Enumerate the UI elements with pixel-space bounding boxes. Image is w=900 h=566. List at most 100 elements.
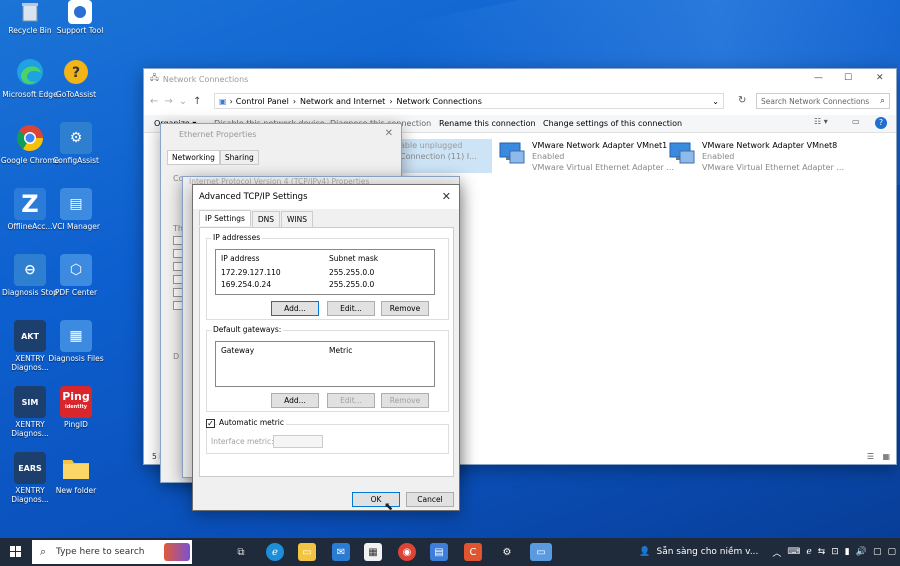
up-icon[interactable]: ↑ [193,96,201,107]
add-gateway-button[interactable]: Add... [271,393,319,408]
edge-tray-icon[interactable]: ℯ [806,547,811,557]
offline-z-icon: Z [14,188,46,220]
svg-text:?: ? [72,65,80,81]
desktop-icon-vci-manager[interactable]: ▤ VCI Manager [46,188,106,231]
desktop-icon-new-folder[interactable]: New folder [46,452,106,495]
recent-icon[interactable]: ⌄ [179,96,187,107]
battery-icon[interactable]: ▮ [845,547,850,557]
desktop-icon-diagnosis-files[interactable]: ▦ Diagnosis Files [46,320,106,363]
edge-taskbar-icon[interactable]: ℯ [266,543,284,561]
interface-metric-input[interactable] [273,435,323,448]
adapter-desc: Connection (11) I... [400,152,477,161]
close-icon[interactable]: ✕ [385,128,393,139]
cancel-button[interactable]: Cancel [406,492,454,507]
desktop-icon-pdf-center[interactable]: ⬡ PDF Center [46,254,106,297]
breadcrumb-network-internet[interactable]: Network and Internet [300,97,385,106]
tab-dns[interactable]: DNS [251,211,281,227]
column-header-metric[interactable]: Metric [329,346,352,355]
remove-ip-button[interactable]: Remove [381,301,429,316]
store-icon[interactable]: ▦ [364,543,382,561]
advanced-tcpip-dialog[interactable]: Advanced TCP/IP Settings ✕ IP Settings D… [192,184,460,511]
search-icon[interactable]: ⌕ [880,96,885,106]
xentry-sim-icon: SIM [14,386,46,418]
column-header-mask[interactable]: Subnet mask [329,254,378,263]
column-header-gateway[interactable]: Gateway [221,346,254,355]
preview-pane-icon[interactable]: ▭ [852,117,860,126]
gotoassist-icon: ? [60,56,92,88]
adapter-desc: VMware Virtual Ethernet Adapter ... [532,163,674,172]
notification-text[interactable]: Sẵn sàng cho niềm v... [656,547,758,557]
task-view-icon[interactable]: ⧉ [232,543,250,561]
network-connections-taskbar-icon[interactable]: ▭ [530,543,552,561]
breadcrumb-control-panel[interactable]: Control Panel [236,97,289,106]
gateway-list[interactable]: Gateway Metric [215,341,435,387]
close-icon[interactable]: ✕ [442,190,451,203]
change-settings-command[interactable]: Change settings of this connection [543,119,682,128]
dialog-titlebar[interactable]: Ethernet Properties ✕ [161,124,401,144]
chat-icon[interactable]: ▢ [873,547,882,557]
desktop-icon-gotoassist[interactable]: ? GoToAssist [46,56,106,99]
network-tray-icon[interactable]: ⇆ [818,547,826,557]
notification-icon[interactable]: ▢ [887,547,896,557]
forward-icon[interactable]: → [164,96,172,107]
tab-networking[interactable]: Networking [167,150,220,165]
breadcrumb-network-connections[interactable]: Network Connections [397,97,482,106]
office-icon[interactable]: C [464,543,482,561]
help-icon[interactable]: ? [875,117,887,129]
edit-gateway-button[interactable]: Edit... [327,393,375,408]
adapter-vmnet8[interactable]: VMware Network Adapter VMnet8 Enabled VM… [668,139,844,173]
ip-addresses-group: IP addresses IP address Subnet mask 172.… [206,233,449,320]
rename-command[interactable]: Rename this connection [439,119,536,128]
mail-icon[interactable]: ✉ [332,543,350,561]
window-titlebar[interactable]: 🖧 Network Connections — ☐ ✕ [144,69,896,89]
adapter-status: able unplugged [400,141,463,150]
mask-cell: 255.255.0.0 [329,280,375,289]
description-label: D [173,352,180,361]
close-button[interactable]: ✕ [876,73,884,83]
back-icon[interactable]: ← [150,96,158,107]
search-highlight-icon[interactable] [164,543,190,561]
display-icon[interactable]: ⊡ [831,547,839,557]
dialog-titlebar[interactable]: Advanced TCP/IP Settings [193,185,459,209]
search-input[interactable]: Search Network Connections ⌕ [756,93,890,109]
desktop-icon-support-tool[interactable]: Support Tool [50,0,110,35]
diagnosis-files-icon: ▦ [60,320,92,352]
chrome-taskbar-icon[interactable]: ◉ [398,543,416,561]
column-header-ip[interactable]: IP address [221,254,260,263]
volume-icon[interactable]: 🔊 [856,547,867,557]
chevron-up-icon[interactable]: ︿ [772,546,781,559]
adapter-status: Enabled [702,152,735,161]
chrome-icon [14,122,46,154]
automatic-metric-checkbox[interactable]: ✓ [206,419,215,428]
desktop-icon-pingid[interactable]: Ping identity PingID [46,386,106,429]
address-path[interactable]: ▣ › Control Panel › Network and Internet… [214,93,724,109]
maximize-button[interactable]: ☐ [844,73,852,83]
control-panel-icon: ▣ [219,96,227,106]
keyboard-icon[interactable]: ⌨ [787,547,800,557]
edit-ip-button[interactable]: Edit... [327,301,375,316]
tab-ip-settings[interactable]: IP Settings [199,210,251,226]
start-button[interactable] [10,546,22,558]
person-icon[interactable]: 👤 [639,547,650,557]
automatic-metric-label: Automatic metric [217,418,286,427]
file-explorer-icon[interactable]: ▭ [298,543,316,561]
details-view-icon[interactable]: ☰ [867,452,874,461]
xentry-ears-icon: EARS [14,452,46,484]
minimize-button[interactable]: — [814,73,823,83]
chevron-down-icon[interactable]: ⌄ [712,97,719,106]
ip-address-list[interactable]: IP address Subnet mask 172.29.127.110 25… [215,249,435,295]
add-ip-button[interactable]: Add... [271,301,319,316]
refresh-icon[interactable]: ↻ [738,95,746,106]
adapter-desc: VMware Virtual Ethernet Adapter ... [702,163,844,172]
adapter-vmnet1[interactable]: VMware Network Adapter VMnet1 Enabled VM… [498,139,674,173]
desktop-icon-configassist[interactable]: ⚙ ConfigAssist [46,122,106,165]
tab-sharing[interactable]: Sharing [219,150,259,165]
notes-icon[interactable]: ▤ [430,543,448,561]
large-icons-view-icon[interactable]: ▦ [882,452,890,461]
tab-wins[interactable]: WINS [281,211,314,227]
taskbar-search-input[interactable]: ⌕ Type here to search [32,540,192,564]
remove-gateway-button[interactable]: Remove [381,393,429,408]
adapter-ethernet[interactable]: able unplugged Connection (11) I... [396,139,492,173]
settings-icon[interactable]: ⚙ [498,543,516,561]
view-options-icon[interactable]: ☷ ▾ [814,117,828,126]
